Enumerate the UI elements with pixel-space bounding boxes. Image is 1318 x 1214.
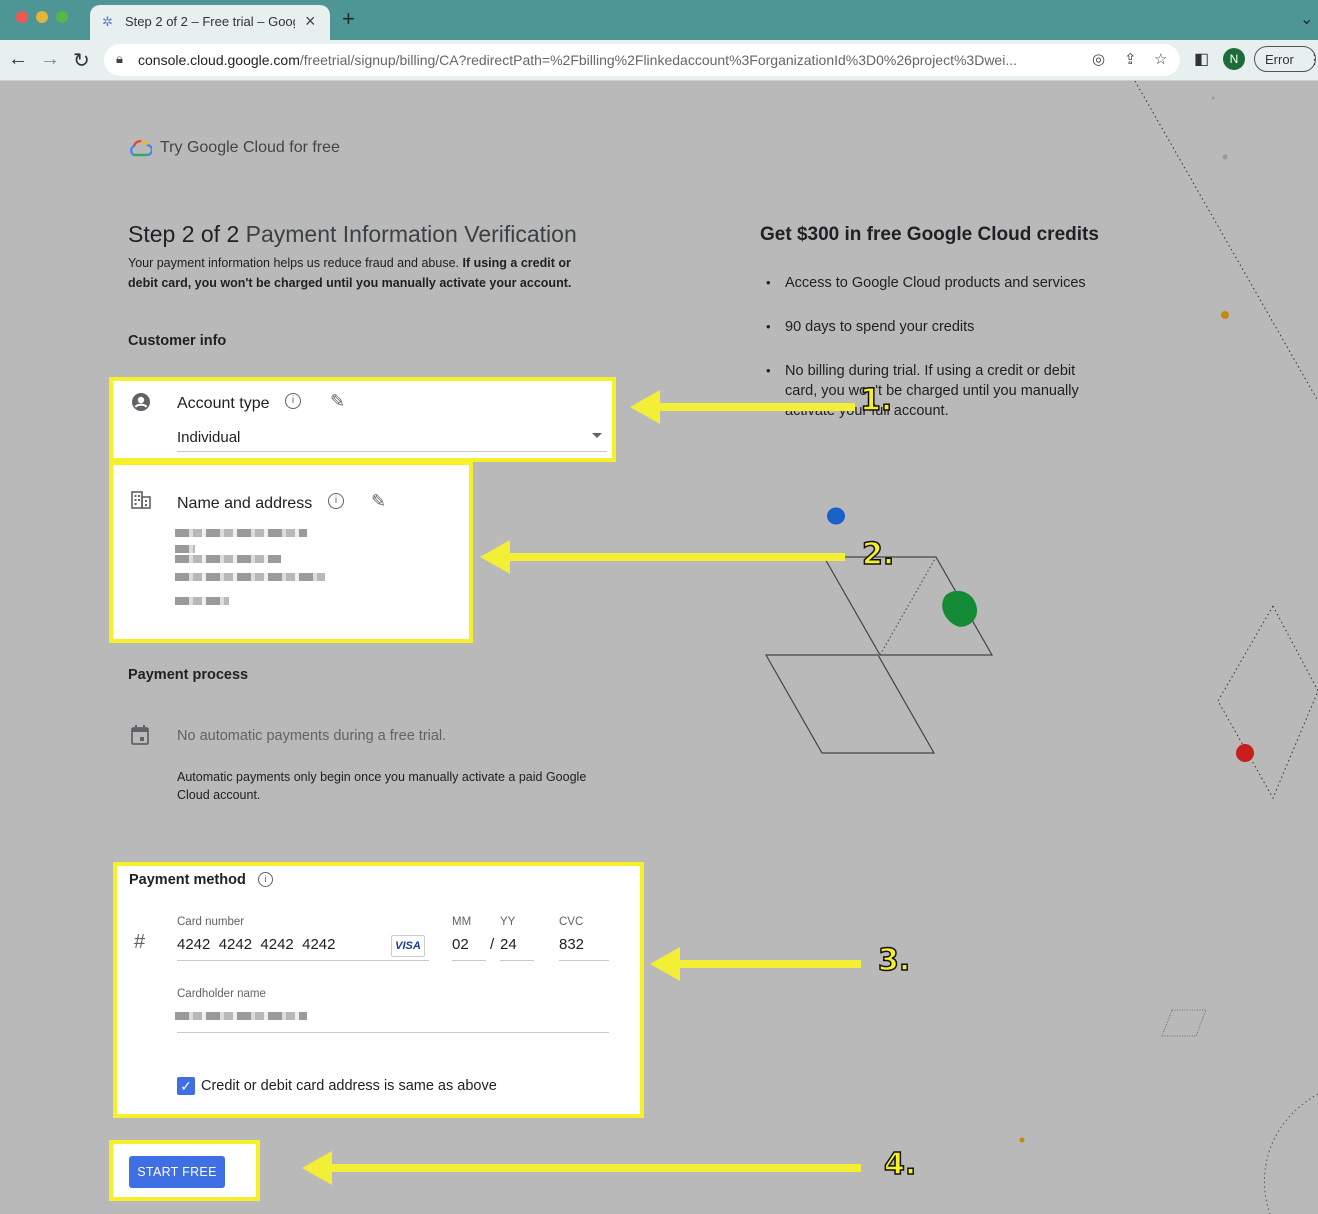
promo-bullet: No billing during trial. If using a cred… [766,361,1088,421]
minimize-window-button[interactable] [36,11,48,23]
intro-plain: Your payment information helps us reduce… [128,256,463,270]
tab-favicon-icon: ✲ [102,14,113,29]
annotation-number-3: 3. [877,942,911,979]
highlight-box-2 [109,461,473,643]
browser-toolbar: ← → ↻ 🔒︎ console.cloud.google.com/freetr… [0,40,1318,81]
reload-icon[interactable]: ↻ [73,48,90,73]
annotation-number-2: 2. [861,536,895,573]
page-content: Try Google Cloud for free Step 2 of 2 Pa… [0,81,1318,1214]
tab-title: Step 2 of 2 – Free trial – Googl [125,14,295,29]
promo-bullet: 90 days to spend your credits [766,317,1108,337]
google-cloud-logo-icon [130,139,152,157]
brand-title: Try Google Cloud for free [160,139,340,156]
address-bar[interactable]: 🔒︎ console.cloud.google.com/freetrial/si… [104,44,1180,76]
url-path: /freetrial/signup/billing/CA?redirectPat… [299,52,1017,68]
annotation-number-1: 1. [859,382,893,419]
close-window-button[interactable] [16,11,28,23]
error-label: Error [1265,52,1294,67]
profile-avatar[interactable]: N [1223,48,1245,70]
promo-bullet-text: No billing during trial. If using a cred… [785,363,1079,419]
blocked-cookies-icon[interactable]: ◎ [1092,50,1105,68]
new-tab-icon[interactable]: + [342,6,355,32]
payment-process-line1: No automatic payments during a free tria… [177,728,447,744]
annotation-arrowhead-4 [302,1151,332,1185]
annotation-arrowhead-1 [630,390,660,424]
annotation-arrowhead-3 [650,947,680,981]
back-arrow-icon[interactable]: ← [8,48,28,71]
share-icon[interactable]: ⇪ [1124,50,1137,68]
annotation-arrowhead-2 [480,540,510,574]
annotation-arrow-1 [655,403,855,411]
maximize-window-button[interactable] [56,11,68,23]
star-icon[interactable]: ☆ [1154,50,1167,68]
payment-process-heading: Payment process [128,667,249,683]
tab-strip: ✲ Step 2 of 2 – Free trial – Googl × + ⌄ [0,0,1318,40]
calendar-icon [131,725,149,745]
intro-text: Your payment information helps us reduce… [128,253,598,293]
error-button[interactable]: Error ⋮ [1254,46,1318,72]
url-text: console.cloud.google.com/freetrial/signu… [138,52,1088,68]
side-panel-icon[interactable]: ◧ [1194,49,1209,69]
menu-dots-icon: ⋮ [1308,52,1318,67]
promo-title: Get $300 in free Google Cloud credits [760,224,1099,245]
promo-bullet: Access to Google Cloud products and serv… [766,273,1108,293]
page-title: Step 2 of 2 Payment Information Verifica… [128,221,577,248]
annotation-arrow-4 [328,1164,861,1172]
lock-icon: 🔒︎ [116,51,123,66]
step-title: Payment Information Verification [245,221,577,247]
promo-bullet-text: Access to Google Cloud products and serv… [785,275,1086,291]
promo-bullet-text: 90 days to spend your credits [785,319,975,335]
highlight-box-1 [109,377,616,462]
annotation-arrow-2 [505,553,845,561]
payment-process-line2: Automatic payments only begin once you m… [177,770,587,802]
step-indicator: Step 2 of 2 [128,221,240,247]
highlight-box-4 [109,1140,260,1201]
url-host: console.cloud.google.com [138,52,300,68]
customer-info-heading: Customer info [128,333,227,349]
annotation-arrow-3 [676,960,861,968]
browser-tab[interactable]: ✲ Step 2 of 2 – Free trial – Googl × [90,5,330,40]
forward-arrow-icon[interactable]: → [40,48,60,71]
tab-list-chevron-icon[interactable]: ⌄ [1300,9,1313,29]
annotation-number-4: 4. [883,1146,917,1183]
close-tab-icon[interactable]: × [305,11,316,32]
highlight-box-3 [113,862,644,1118]
